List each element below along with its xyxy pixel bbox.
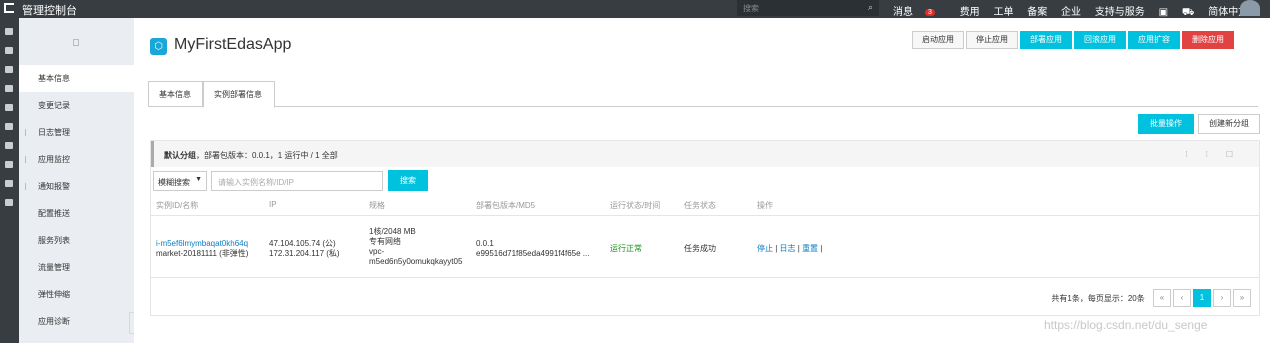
col-task-status: 任务状态 [684, 201, 716, 210]
tab-instance-deployment[interactable]: 实例部署信息 [203, 81, 275, 108]
col-actions: 操作 [757, 201, 773, 210]
sidebar-item-alerts[interactable]: 通知报警 [19, 173, 134, 200]
search-mode-select[interactable]: 模糊搜索 ▼ [153, 171, 207, 191]
tools-icon[interactable] [5, 123, 13, 130]
row-actions: 停止 | 日志 | 重置 | [757, 244, 823, 253]
notification-icon[interactable]: ▣ [1159, 7, 1168, 18]
last-page-button[interactable]: » [1233, 289, 1251, 307]
nav-support[interactable]: 支持与服务 [1095, 7, 1145, 18]
console-title[interactable]: 管理控制台 [22, 2, 77, 18]
search-placeholder: 搜索 [743, 4, 759, 13]
global-search-input[interactable]: 搜索 ⌕ [737, 0, 879, 16]
col-ip: IP [269, 200, 277, 209]
list-icon[interactable] [5, 47, 13, 54]
nav-tickets[interactable]: 工单 [993, 7, 1013, 18]
group-panel: 默认分组，部署包版本：0.0.1，1 运行中 / 1 全部 ⁞⁞☐ 模糊搜索 ▼ … [150, 140, 1260, 316]
rollback-app-button[interactable]: 回滚应用 [1074, 31, 1126, 49]
app-actions: 启动应用 停止应用 部署应用 回滚应用 应用扩容 删除应用 [912, 31, 1236, 49]
task-status: 任务成功 [684, 244, 716, 253]
col-version: 部署包版本/MD5 [476, 201, 536, 210]
expand-marker-icon [25, 183, 26, 190]
instance-id-link[interactable]: i-m5ef6lmymbaqat0kh64q [156, 239, 248, 248]
detail-tabs: 基本信息 实例部署信息 [148, 81, 1258, 108]
group-edit-icon[interactable]: ⁞ [1185, 150, 1205, 159]
pagination: 共有1条，每页显示：20条 «‹ 1 ›» [1051, 289, 1251, 307]
group-actions: ⁞⁞☐ [1185, 150, 1251, 159]
start-app-button[interactable]: 启动应用 [912, 31, 964, 49]
page-title: MyFirstEdasApp [174, 36, 292, 53]
cart-icon[interactable]: ⛟ [1182, 7, 1195, 18]
sidebar-toggle-icon[interactable] [73, 39, 79, 46]
instance-name: market-20181111 (非弹性) [156, 249, 249, 258]
nav-enterprise[interactable]: 企业 [1061, 7, 1081, 18]
table-header: 实例ID/名称 IP 规格 部署包版本/MD5 运行状态/时间 任务状态 操作 [151, 196, 1259, 216]
instance-search-input[interactable]: 请输入实例名称/ID/IP [211, 171, 383, 191]
stop-instance-link[interactable]: 停止 [757, 244, 773, 253]
group-header: 默认分组，部署包版本：0.0.1，1 运行中 / 1 全部 ⁞⁞☐ [151, 141, 1259, 167]
scale-app-button[interactable]: 应用扩容 [1128, 31, 1180, 49]
app-cube-icon: ⬡ [150, 38, 167, 55]
message-badge: 3 [925, 9, 935, 16]
pagination-summary: 共有1条，每页显示：20条 [1051, 293, 1145, 303]
tab-basic-info[interactable]: 基本信息 [148, 81, 203, 107]
sidebar-item-traffic[interactable]: 流量管理 [19, 254, 134, 281]
delete-app-button[interactable]: 删除应用 [1182, 31, 1234, 49]
chevron-down-icon: ▼ [195, 176, 202, 183]
group-checkbox[interactable]: ☐ [1226, 150, 1251, 159]
circle-icon[interactable] [5, 199, 13, 206]
group-settings-icon[interactable]: ⁞ [1206, 150, 1226, 159]
sidebar-item-config-push[interactable]: 配置推送 [19, 200, 134, 227]
sidebar-item-log-management[interactable]: 日志管理 [19, 119, 134, 146]
top-navbar: 管理控制台 搜索 ⌕ 消息 3 费用 工单 备案 企业 支持与服务 ▣ ⛟ 简体中… [0, 0, 1270, 18]
globe-icon[interactable] [5, 161, 13, 168]
deploy-app-button[interactable]: 部署应用 [1020, 31, 1072, 49]
group-summary: 默认分组，部署包版本：0.0.1，1 运行中 / 1 全部 [164, 151, 338, 160]
reset-instance-link[interactable]: 重置 [802, 244, 818, 253]
sidebar-item-diagnostics[interactable]: 应用诊断 [19, 308, 134, 335]
avatar[interactable] [1240, 0, 1260, 16]
batch-operation-button[interactable]: 批量操作 [1138, 114, 1194, 134]
sidebar-item-autoscaling[interactable]: 弹性伸缩 [19, 281, 134, 308]
table-row: i-m5ef6lmymbaqat0kh64q market-20181111 (… [151, 218, 1259, 278]
col-spec: 规格 [369, 201, 385, 210]
instance-search-button[interactable]: 搜索 [388, 170, 428, 191]
spec-cell: 1核/2048 MB 专有网络 vpc-m5ed6n5y0omukqkayyt05 [369, 227, 463, 266]
sidebar-item-change-log[interactable]: 变更记录 [19, 92, 134, 119]
dashboard-icon[interactable] [5, 104, 13, 111]
current-page-button[interactable]: 1 [1193, 289, 1211, 307]
watermark: https://blog.csdn.net/du_senge [1044, 318, 1208, 332]
sidebar-item-service-list[interactable]: 服务列表 [19, 227, 134, 254]
nodes-icon[interactable] [5, 142, 13, 149]
stop-app-button[interactable]: 停止应用 [966, 31, 1018, 49]
run-status: 运行正常 [610, 244, 642, 253]
search-icon[interactable]: ⌕ [868, 2, 873, 13]
nav-billing[interactable]: 费用 [960, 7, 980, 18]
cloud-icon[interactable] [5, 85, 13, 92]
col-run-status: 运行状态/时间 [610, 201, 661, 210]
sidebar-header [19, 18, 134, 65]
sidebar-item-basic-info[interactable]: 基本信息 [19, 65, 134, 92]
product-icon-rail [0, 18, 19, 343]
col-instance: 实例ID/名称 [156, 201, 199, 210]
ip-cell: 47.104.105.74 (公) 172.31.204.117 (私) [269, 239, 340, 258]
view-log-link[interactable]: 日志 [780, 244, 796, 253]
nav-icp[interactable]: 备案 [1027, 7, 1047, 18]
app-sidebar: 基本信息 变更记录 日志管理 应用监控 通知报警 配置推送 服务列表 流量管理 … [19, 18, 134, 343]
aliyun-logo-icon[interactable] [4, 3, 14, 13]
shield-icon[interactable] [5, 66, 13, 73]
main-content: ⬡ MyFirstEdasApp 启动应用 停止应用 部署应用 回滚应用 应用扩容 删除应… [134, 18, 1270, 343]
grid-icon[interactable] [5, 28, 13, 35]
create-group-button[interactable]: 创建新分组 [1198, 114, 1260, 134]
nav-messages[interactable]: 消息 3 [893, 7, 946, 18]
expand-marker-icon [25, 129, 26, 136]
version-cell: 0.0.1 e99516d71f85eda4991f4f65e ... [476, 239, 590, 258]
sidebar-item-app-monitoring[interactable]: 应用监控 [19, 146, 134, 173]
expand-marker-icon [25, 156, 26, 163]
flask-icon[interactable] [5, 180, 13, 187]
next-page-button[interactable]: › [1213, 289, 1231, 307]
prev-page-button[interactable]: ‹ [1173, 289, 1191, 307]
instance-cell: i-m5ef6lmymbaqat0kh64q market-20181111 (… [156, 239, 248, 259]
first-page-button[interactable]: « [1153, 289, 1171, 307]
